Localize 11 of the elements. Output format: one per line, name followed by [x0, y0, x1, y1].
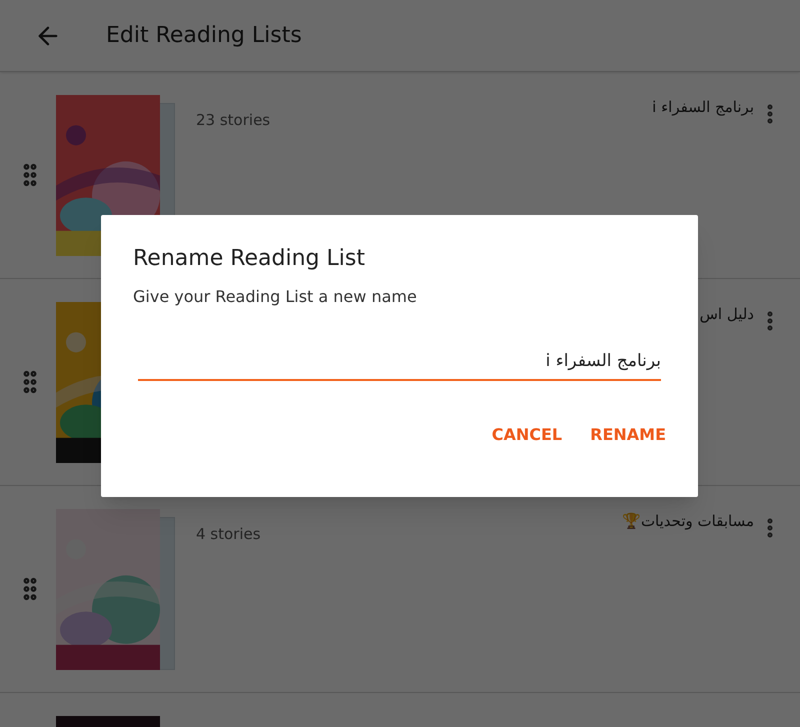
- page-title: Edit Reading Lists: [106, 22, 302, 50]
- story-count: 23 stories: [196, 111, 270, 129]
- rename-button[interactable]: RENAME: [590, 422, 666, 446]
- list-title: مسابقات وتحديات🏆: [622, 511, 754, 532]
- list-title: دليل اس: [700, 304, 754, 325]
- story-count: 4 stories: [196, 525, 261, 543]
- dialog-title: Rename Reading List: [133, 245, 366, 273]
- dialog-message: Give your Reading List a new name: [133, 286, 418, 308]
- list-title: برنامج السفراء i: [652, 97, 754, 118]
- cancel-button[interactable]: CANCEL: [492, 422, 562, 446]
- list-name-field[interactable]: برنامج السفراء i: [138, 349, 661, 380]
